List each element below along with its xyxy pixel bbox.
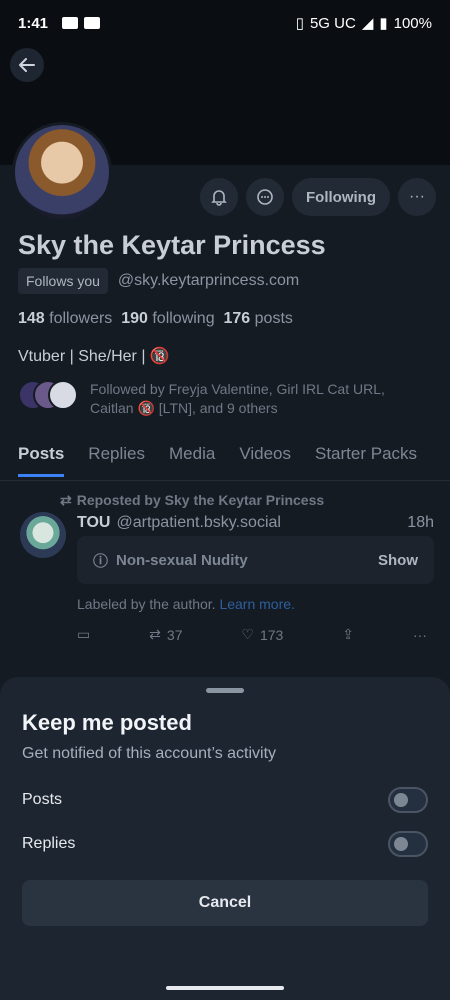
signal-icon: ◢ xyxy=(361,15,374,32)
mail-icon xyxy=(84,17,101,29)
notification-bell-button[interactable] xyxy=(200,178,239,216)
replies-toggle-label: Replies xyxy=(22,835,76,852)
following-label[interactable]: following xyxy=(152,310,214,327)
repost-count: 37 xyxy=(166,626,183,643)
share-icon: ⇪ xyxy=(342,626,355,642)
status-time: 1:41 xyxy=(18,14,49,32)
tab-starter-packs[interactable]: Starter Packs xyxy=(315,444,417,477)
repost-label: Reposted by Sky the Keytar Princess xyxy=(76,492,325,508)
post-actions: ▭ ⇄ 37 ♡ 173 ⇪ ··· xyxy=(77,626,427,643)
posts-toggle[interactable] xyxy=(388,787,428,813)
ellipsis-icon: ··· xyxy=(412,626,427,643)
tab-replies[interactable]: Replies xyxy=(88,444,145,477)
post-more-button[interactable]: ··· xyxy=(413,626,427,643)
profile-bio: Vtuber | She/Her | 🔞 xyxy=(18,348,170,365)
post-author-avatar[interactable] xyxy=(20,512,66,558)
toggle-knob xyxy=(394,793,408,807)
followed-by[interactable]: Followed by Freyja Valentine, Girl IRL C… xyxy=(18,380,400,418)
tab-videos[interactable]: Videos xyxy=(239,444,291,477)
replies-toggle[interactable] xyxy=(388,831,428,857)
following-button[interactable]: Following xyxy=(292,178,390,216)
repost-icon: ⇄ xyxy=(60,492,72,508)
ellipsis-icon: ··· xyxy=(409,188,425,205)
replies-toggle-row[interactable]: Replies xyxy=(22,831,428,857)
followers-count[interactable]: 148 xyxy=(18,310,45,327)
battery-level: 100% xyxy=(393,14,432,32)
vibrate-icon: ▯ xyxy=(295,15,304,32)
post-author-handle[interactable]: @artpatient.bsky.social xyxy=(116,514,280,532)
cancel-button[interactable]: Cancel xyxy=(22,880,428,926)
share-button[interactable]: ⇪ xyxy=(342,626,354,643)
post-author-name[interactable]: TOU xyxy=(77,514,110,532)
notification-icon xyxy=(62,17,79,29)
arrow-left-icon xyxy=(19,58,35,72)
status-bar: 1:41 ▯ 5G UC ◢ ▮ 100% xyxy=(0,0,450,46)
back-button[interactable] xyxy=(10,48,44,82)
learn-more-link[interactable]: Learn more. xyxy=(219,596,294,612)
follows-you-badge: Follows you xyxy=(18,268,108,294)
info-icon: ⓘ xyxy=(93,552,109,570)
followers-label[interactable]: followers xyxy=(49,310,112,327)
profile-tabs: Posts Replies Media Videos Starter Packs xyxy=(18,444,417,477)
profile-avatar[interactable] xyxy=(12,122,112,222)
reply-icon: ▭ xyxy=(77,626,91,642)
home-indicator[interactable] xyxy=(166,986,284,990)
reply-button[interactable]: ▭ xyxy=(77,626,90,643)
profile-handle: @sky.keytarprincess.com xyxy=(117,272,300,289)
like-count: 173 xyxy=(259,626,284,643)
show-button[interactable]: Show xyxy=(378,552,418,569)
labeled-text: Labeled by the author. xyxy=(77,596,216,612)
battery-icon: ▮ xyxy=(379,15,388,32)
posts-toggle-row[interactable]: Posts xyxy=(22,787,428,813)
chat-bubble-icon xyxy=(257,189,273,205)
sheet-drag-handle[interactable] xyxy=(206,688,244,693)
following-count[interactable]: 190 xyxy=(121,310,148,327)
label-note: Labeled by the author. Learn more. xyxy=(77,596,295,612)
more-options-button[interactable]: ··· xyxy=(398,178,436,216)
followed-by-text: Followed by Freyja Valentine, Girl IRL C… xyxy=(90,381,385,416)
repost-action-icon: ⇄ xyxy=(149,626,161,642)
message-button[interactable] xyxy=(246,178,285,216)
post-time: 18h xyxy=(407,514,434,531)
sheet-subtitle: Get notified of this account’s activity xyxy=(22,745,277,762)
posts-label: posts xyxy=(254,310,293,327)
repost-button[interactable]: ⇄ 37 xyxy=(149,626,182,643)
tab-media[interactable]: Media xyxy=(169,444,215,477)
posts-toggle-label: Posts xyxy=(22,791,63,808)
profile-stats: 148 followers 190 following 176 posts xyxy=(18,310,293,328)
follower-avatars xyxy=(18,380,78,414)
toggle-knob xyxy=(394,837,408,851)
heart-icon: ♡ xyxy=(241,626,254,642)
sheet-title: Keep me posted xyxy=(22,710,192,735)
network-label: 5G UC xyxy=(309,14,356,32)
bell-plus-icon xyxy=(211,190,227,206)
like-button[interactable]: ♡ 173 xyxy=(241,626,283,643)
profile-display-name: Sky the Keytar Princess xyxy=(18,230,326,260)
posts-count: 176 xyxy=(223,310,251,327)
tabs-divider xyxy=(0,480,450,481)
keep-me-posted-sheet: Keep me posted Get notified of this acco… xyxy=(0,677,450,1000)
repost-indicator: ⇄ Reposted by Sky the Keytar Princess xyxy=(60,492,324,509)
content-warning-label: Non-sexual Nudity xyxy=(116,551,248,569)
tab-posts[interactable]: Posts xyxy=(18,444,65,477)
content-warning[interactable]: ⓘ Non-sexual Nudity Show xyxy=(77,536,434,584)
